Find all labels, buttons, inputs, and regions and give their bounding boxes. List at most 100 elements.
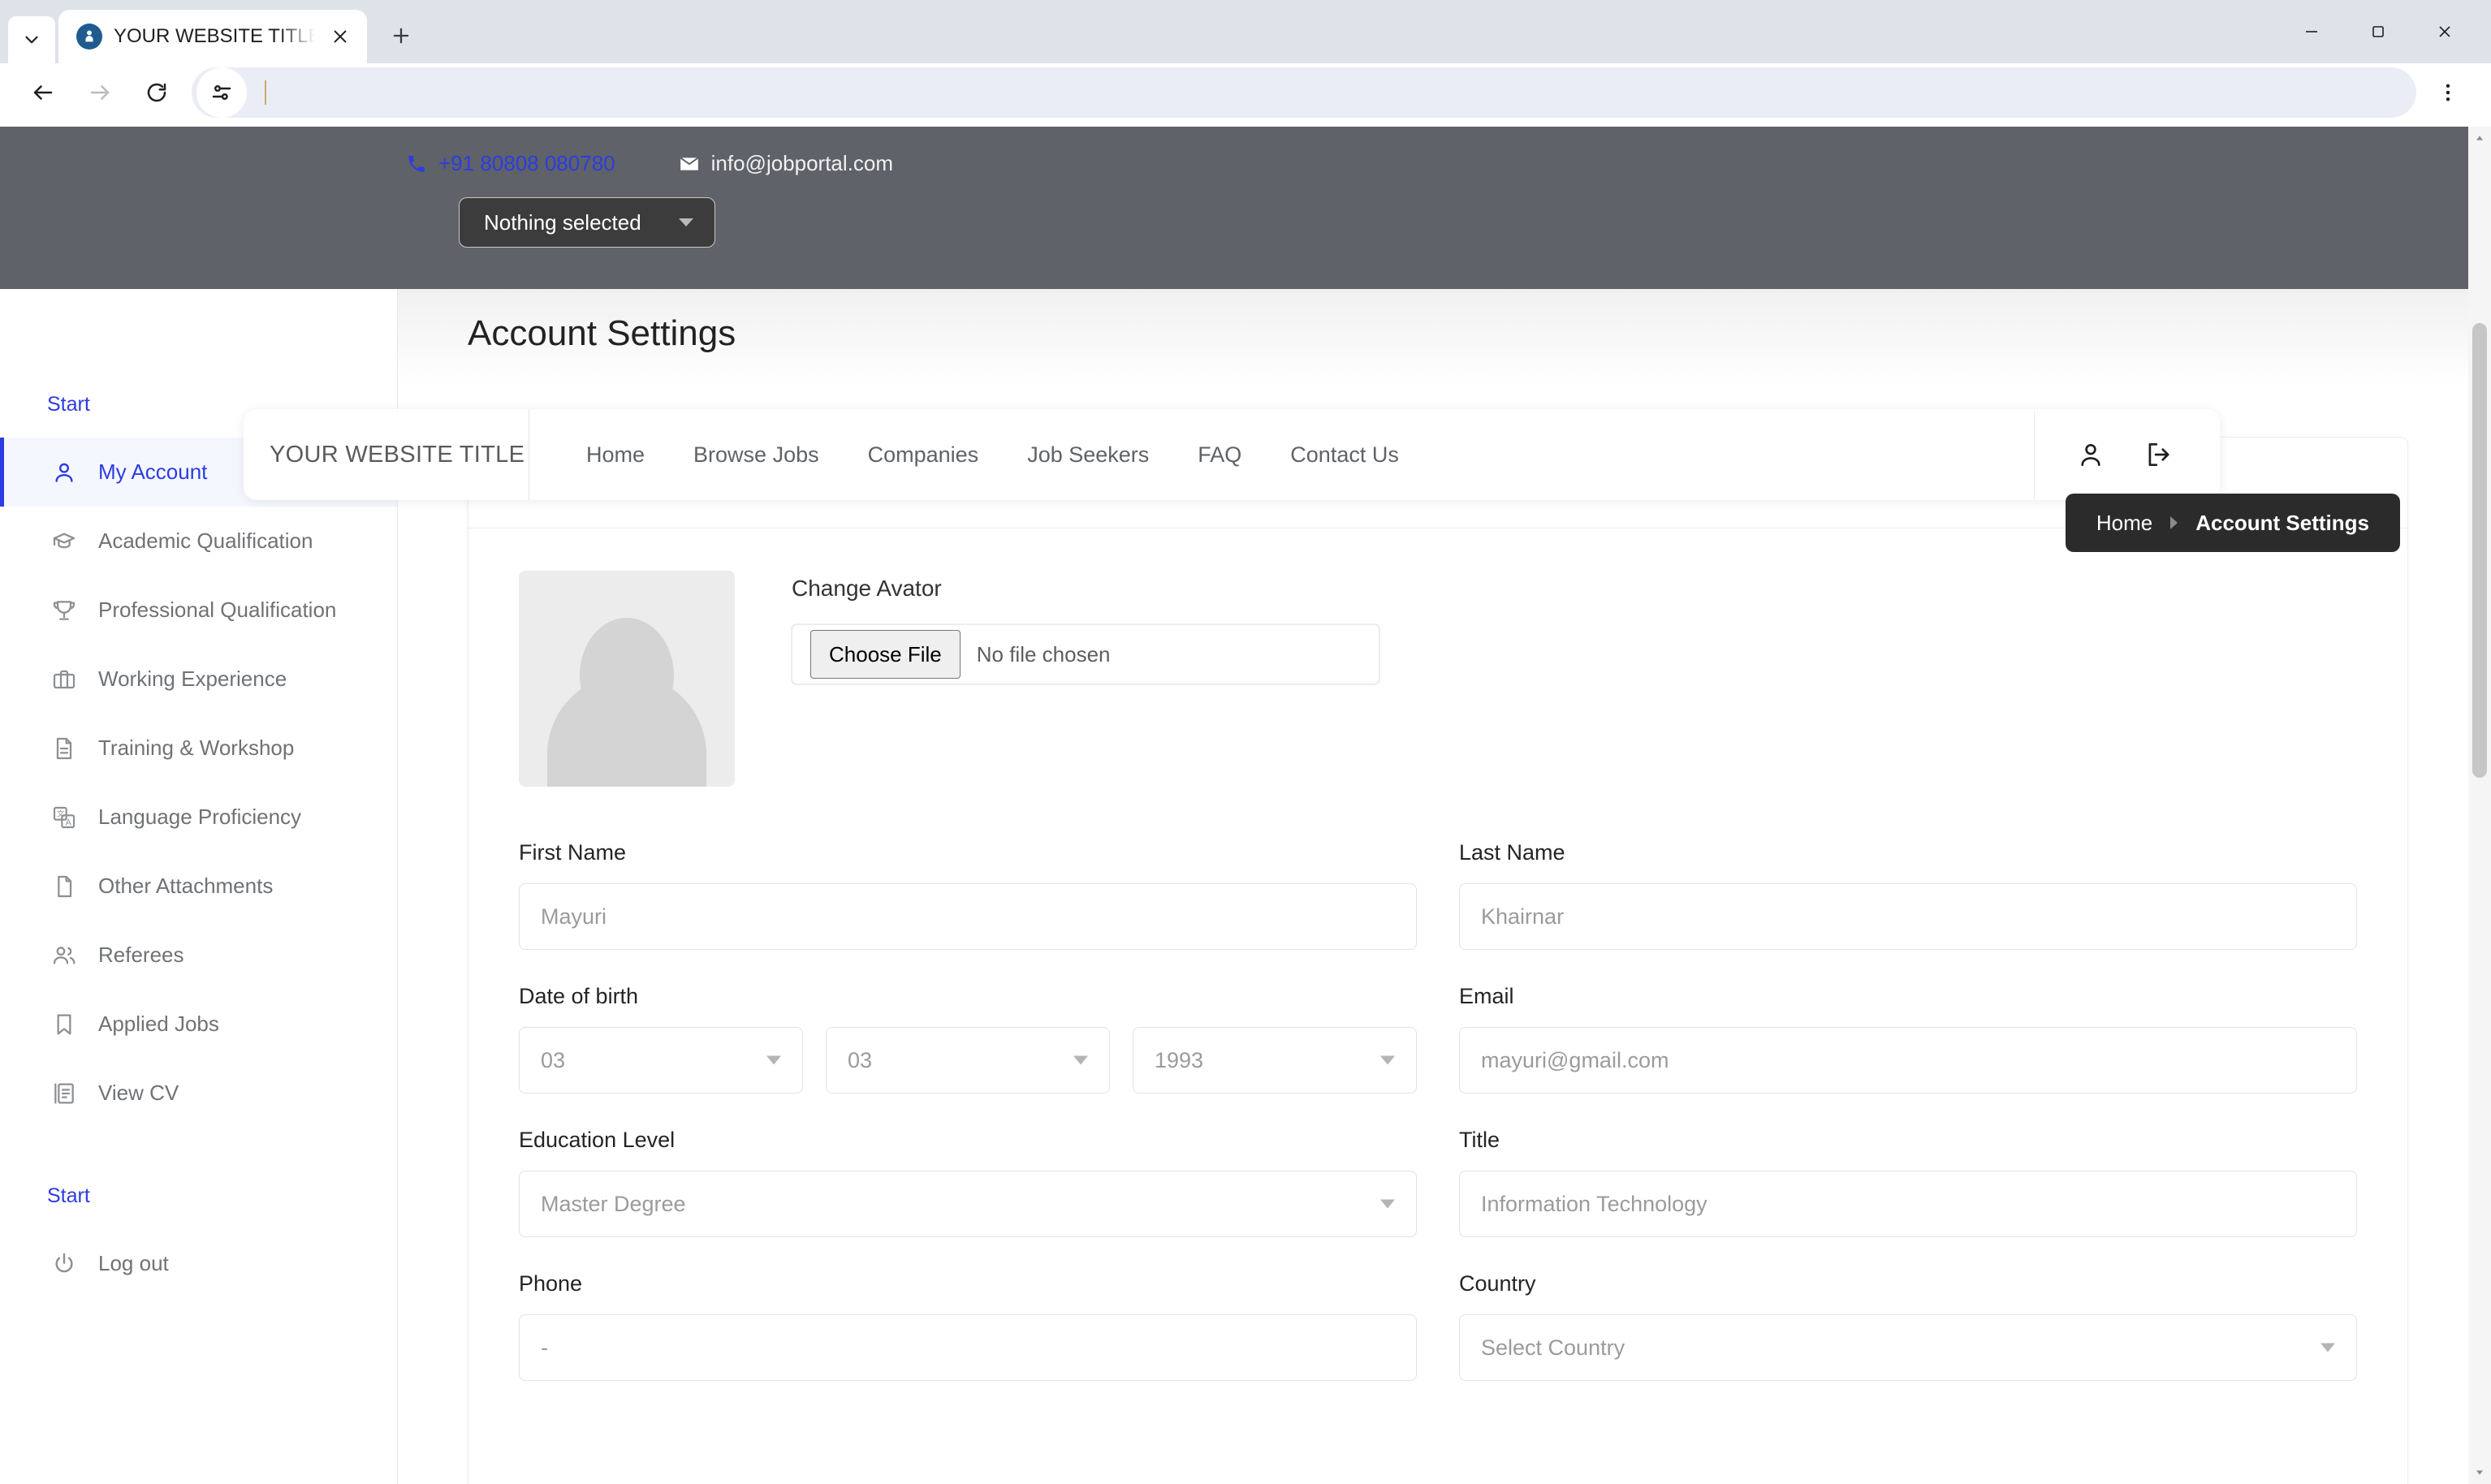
site-brand[interactable]: YOUR WEBSITE TITLE	[244, 409, 529, 500]
scrollbar-thumb[interactable]	[2472, 323, 2487, 778]
scroll-down-icon[interactable]	[2468, 1461, 2491, 1484]
dob-selects: 03 03 1993	[519, 1027, 1417, 1094]
first-name-label: First Name	[519, 840, 627, 865]
education-level-value: Master Degree	[541, 1191, 686, 1216]
users-icon	[53, 946, 76, 964]
reload-icon[interactable]	[132, 67, 182, 118]
avatar-file-input[interactable]: Choose File No file chosen	[791, 623, 1380, 685]
browser-tab[interactable]: YOUR WEBSITE TITLE - Accoun	[58, 10, 367, 63]
sidebar-item-academic-qualification[interactable]: Academic Qualification	[0, 507, 397, 576]
nav-link-job-seekers[interactable]: Job Seekers	[1003, 442, 1173, 468]
sidebar-item-label: My Account	[98, 459, 208, 484]
chevron-down-icon	[2320, 1343, 2335, 1352]
power-icon	[55, 1253, 73, 1272]
tab-search-chevron-icon[interactable]	[8, 16, 55, 63]
site-navbar: YOUR WEBSITE TITLE Home Browse Jobs Comp…	[244, 409, 2220, 500]
page-header: Account Settings	[398, 289, 2491, 388]
document-lines-icon	[56, 737, 72, 759]
phone-label: Phone	[519, 1271, 583, 1296]
field-last-name: Last Name Khairnar	[1459, 840, 2357, 950]
field-date-of-birth: Date of birth 03 03 1993	[519, 984, 1417, 1094]
field-title: Title Information Technology	[1459, 1128, 2357, 1237]
sidebar-item-view-cv[interactable]: View CV	[0, 1059, 397, 1128]
chevron-right-icon	[2170, 516, 2178, 529]
trophy-icon	[53, 600, 76, 620]
last-name-input[interactable]: Khairnar	[1459, 883, 2357, 950]
sidebar-item-other-attachments[interactable]: Other Attachments	[0, 852, 397, 921]
field-email: Email mayuri@gmail.com	[1459, 984, 2357, 1094]
graduation-cap-icon	[53, 533, 76, 548]
chevron-down-icon	[678, 218, 693, 226]
country-select[interactable]: Select Country	[1459, 1314, 2357, 1381]
title-input[interactable]: Information Technology	[1459, 1171, 2357, 1237]
sidebar-item-label: Academic Qualification	[98, 528, 313, 553]
breadcrumb-home[interactable]: Home	[2096, 511, 2152, 536]
dob-day-select[interactable]: 03	[519, 1027, 803, 1094]
logout-icon	[2148, 442, 2169, 467]
sidebar-section-start-bottom: Start	[47, 1184, 90, 1207]
avatar-row: Change Avator Choose File No file chosen	[519, 571, 2357, 787]
last-name-label: Last Name	[1459, 840, 1565, 865]
nav-link-faq[interactable]: FAQ	[1173, 442, 1266, 468]
sidebar-item-professional-qualification[interactable]: Professional Qualification	[0, 576, 397, 645]
scroll-up-icon[interactable]	[2468, 127, 2491, 149]
sidebar-item-language-proficiency[interactable]: 文A Language Proficiency	[0, 783, 397, 852]
sidebar-item-working-experience[interactable]: Working Experience	[0, 645, 397, 714]
dob-month-value: 03	[848, 1047, 873, 1072]
nav-link-home[interactable]: Home	[562, 442, 669, 468]
nav-links: Home Browse Jobs Companies Job Seekers F…	[529, 442, 2034, 468]
maximize-icon[interactable]	[2345, 11, 2411, 52]
file-status-text: No file chosen	[976, 641, 1111, 667]
dob-month-select[interactable]: 03	[826, 1027, 1110, 1094]
nav-link-contact-us[interactable]: Contact Us	[1266, 442, 1423, 468]
dob-year-select[interactable]: 1993	[1133, 1027, 1417, 1094]
language-select-button[interactable]: Nothing selected	[459, 197, 715, 248]
breadcrumb: Home Account Settings	[2065, 494, 2400, 552]
first-name-input[interactable]: Mayuri	[519, 883, 1417, 950]
file-icon	[58, 875, 72, 897]
text-caret	[265, 80, 266, 105]
address-bar[interactable]	[192, 67, 2416, 118]
avatar	[519, 571, 735, 787]
phone-link[interactable]: +91 80808 080780	[406, 151, 615, 176]
sidebar-item-applied-jobs[interactable]: Applied Jobs	[0, 990, 397, 1059]
back-icon[interactable]	[18, 67, 68, 118]
field-country: Country Select Country	[1459, 1271, 2357, 1381]
email-input[interactable]: mayuri@gmail.com	[1459, 1027, 2357, 1094]
choose-file-button[interactable]: Choose File	[810, 630, 961, 679]
close-icon[interactable]	[326, 23, 354, 50]
sidebar-item-training-workshop[interactable]: Training & Workshop	[0, 714, 397, 783]
close-window-icon[interactable]	[2411, 11, 2478, 52]
nav-icons	[2034, 409, 2220, 500]
copy-document-icon	[54, 1083, 74, 1103]
sidebar-item-label: Referees	[98, 943, 184, 967]
tab-strip: YOUR WEBSITE TITLE - Accoun	[0, 0, 2491, 63]
minimize-icon[interactable]	[2278, 11, 2345, 52]
tab-title: YOUR WEBSITE TITLE - Accoun	[114, 25, 315, 47]
dob-day-value: 03	[541, 1047, 566, 1072]
page-settings-icon[interactable]	[196, 67, 247, 118]
sidebar-item-label: Professional Qualification	[98, 597, 337, 622]
country-label: Country	[1459, 1271, 1536, 1296]
favicon-icon	[76, 24, 102, 50]
avatar-body-shape	[547, 675, 706, 787]
account-form: First Name Mayuri Last Name Khairnar Dat…	[519, 840, 2357, 1415]
phone-input[interactable]: -	[519, 1314, 1417, 1381]
field-phone: Phone -	[519, 1271, 1417, 1381]
new-tab-icon[interactable]	[378, 13, 424, 58]
change-avatar-label: Change Avator	[792, 576, 942, 601]
browser-menu-icon[interactable]	[2423, 67, 2473, 118]
browser-window: YOUR WEBSITE TITLE - Accoun	[0, 0, 2491, 1484]
svg-text:A: A	[66, 817, 72, 827]
page-scrollbar[interactable]	[2468, 127, 2491, 1484]
email-link[interactable]: info@jobportal.com	[679, 151, 893, 176]
education-level-select[interactable]: Master Degree	[519, 1171, 1417, 1237]
language-select-label: Nothing selected	[484, 209, 641, 235]
sidebar-item-referees[interactable]: Referees	[0, 921, 397, 990]
avatar-upload-section: Change Avator Choose File No file chosen	[791, 571, 1380, 685]
sidebar-item-log-out[interactable]: Log out	[0, 1229, 397, 1298]
window-controls	[2278, 11, 2478, 52]
nav-link-companies[interactable]: Companies	[844, 442, 1004, 468]
nav-link-browse-jobs[interactable]: Browse Jobs	[669, 442, 844, 468]
account-icon	[2081, 443, 2100, 467]
